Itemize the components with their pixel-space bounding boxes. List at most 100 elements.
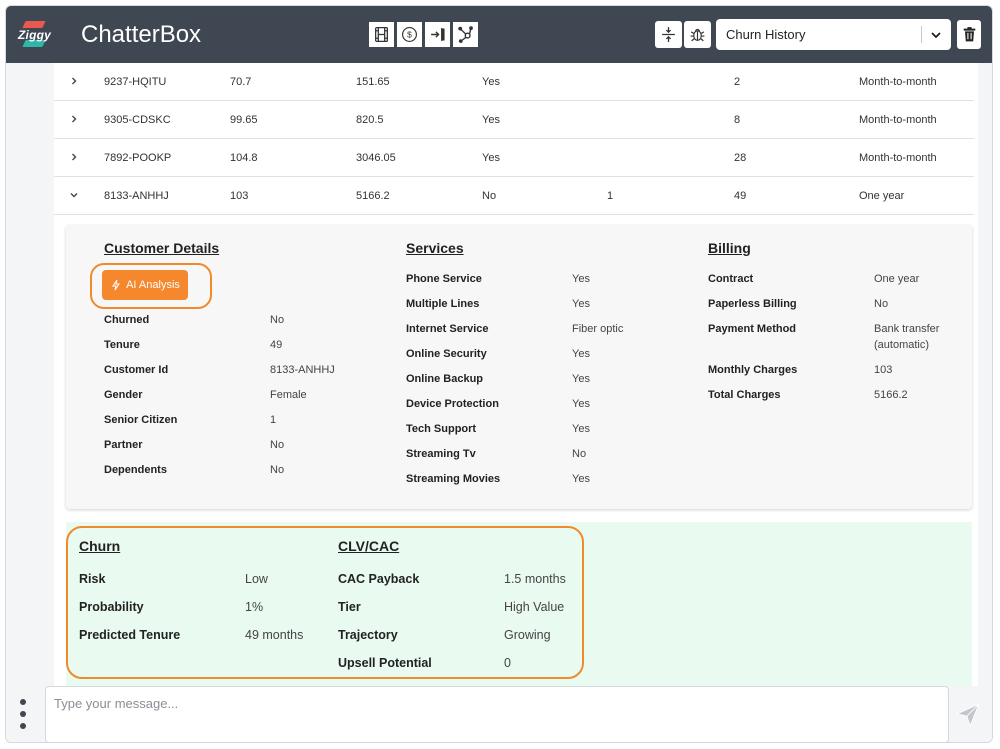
trash-icon: [963, 27, 975, 42]
left-gutter: [6, 63, 54, 686]
sidebar-exit-icon: [431, 28, 445, 41]
field-value: 49: [270, 339, 283, 351]
hub-button[interactable]: [452, 21, 479, 48]
table-row[interactable]: 7892-POOKP 104.8 3046.05 Yes 28 Month-to…: [54, 139, 974, 177]
churn-label: Predicted Tenure: [79, 628, 181, 642]
customer-details-title: Customer Details: [104, 240, 220, 256]
field-label: Payment Method: [708, 323, 797, 335]
cell-tenure: 8: [734, 114, 741, 126]
app-title: ChatterBox: [81, 21, 202, 48]
cell-contract: Month-to-month: [859, 114, 937, 126]
top-bar: Ziggy ChatterBox $ Churn History: [6, 6, 992, 63]
services-title: Services: [406, 240, 464, 256]
cell-total: 151.65: [356, 76, 390, 88]
send-icon[interactable]: [955, 702, 981, 728]
clv-value: Growing: [504, 628, 551, 642]
toolbar-group: $: [368, 21, 479, 48]
field-label: Phone Service: [406, 273, 482, 285]
cell-monthly: 70.7: [230, 76, 252, 88]
field-label: Internet Service: [406, 323, 489, 335]
field-value: Yes: [572, 273, 590, 285]
field-label: Streaming Movies: [406, 473, 501, 485]
customer-details-card: Customer Details AI Analysis Churned No …: [66, 225, 972, 509]
film-button[interactable]: [368, 21, 395, 48]
app-logo: Ziggy: [18, 20, 52, 50]
more-options-icon[interactable]: [19, 699, 27, 729]
field-label: Tenure: [104, 339, 140, 351]
table-row[interactable]: 9305-CDSKC 99.65 820.5 Yes 8 Month-to-mo…: [54, 101, 974, 139]
field-label: Partner: [104, 439, 143, 451]
cell-flag: Yes: [482, 76, 500, 88]
chevron-down-icon[interactable]: [68, 189, 80, 201]
ai-analysis-label: AI Analysis: [126, 279, 180, 291]
debug-button[interactable]: [684, 21, 711, 48]
field-label: Online Backup: [406, 373, 484, 385]
cell-customer-id: 7892-POOKP: [104, 152, 172, 164]
field-label: Total Charges: [708, 389, 781, 401]
message-input[interactable]: [45, 686, 949, 742]
ai-analysis-button[interactable]: AI Analysis: [102, 270, 188, 300]
table-row[interactable]: 9237-HQITU 70.7 151.65 Yes 2 Month-to-mo…: [54, 63, 974, 101]
field-value: Yes: [572, 398, 590, 410]
clv-label: Tier: [338, 600, 361, 614]
field-value: No: [572, 448, 587, 460]
field-label: Tech Support: [406, 423, 477, 435]
cell-flag: Yes: [482, 152, 500, 164]
chevron-right-icon[interactable]: [68, 113, 80, 125]
cell-tenure: 2: [734, 76, 741, 88]
history-select[interactable]: Churn History: [716, 19, 951, 50]
clv-label: CAC Payback: [338, 572, 420, 586]
field-value: Female: [270, 389, 307, 401]
right-gutter: [978, 63, 992, 686]
field-value: 1: [270, 414, 277, 426]
churn-label: Risk: [79, 572, 106, 586]
field-value: Yes: [572, 423, 590, 435]
clv-value: 0: [504, 656, 511, 670]
chevron-right-icon[interactable]: [68, 75, 80, 87]
field-value: No: [270, 464, 285, 476]
clv-title: CLV/CAC: [338, 538, 400, 554]
cell-extra: 1: [607, 190, 614, 202]
field-label: Device Protection: [406, 398, 499, 410]
cell-contract: Month-to-month: [859, 76, 937, 88]
field-value: 103: [874, 364, 893, 376]
chat-content[interactable]: 9237-HQITU 70.7 151.65 Yes 2 Month-to-mo…: [54, 63, 978, 686]
field-value: Yes: [572, 473, 590, 485]
chevron-down-icon: [931, 32, 941, 39]
churn-label: Probability: [79, 600, 144, 614]
delete-button[interactable]: [957, 20, 981, 49]
cell-contract: Month-to-month: [859, 152, 937, 164]
bug-icon: [690, 28, 705, 42]
table-row-expanded[interactable]: 8133-ANHHJ 103 5166.2 No 1 49 One year: [54, 177, 974, 215]
dollar-button[interactable]: $: [396, 21, 423, 48]
churn-value: Low: [245, 572, 268, 586]
field-label: Multiple Lines: [406, 298, 480, 310]
logo-text: Ziggy: [18, 28, 51, 42]
history-select-value: Churn History: [726, 27, 806, 42]
field-label: Contract: [708, 273, 754, 285]
field-value: 5166.2: [874, 389, 908, 401]
sidebar-exit-button[interactable]: [424, 21, 451, 48]
field-label: Streaming Tv: [406, 448, 476, 460]
chevron-right-icon[interactable]: [68, 151, 80, 163]
field-label: Churned: [104, 314, 150, 326]
churn-value: 1%: [245, 600, 264, 614]
cell-total: 5166.2: [356, 190, 390, 202]
cell-total: 3046.05: [356, 152, 396, 164]
hub-icon: [458, 26, 473, 43]
collapse-button[interactable]: [655, 21, 682, 48]
churn-value: 49 months: [245, 628, 304, 642]
film-icon: [375, 26, 388, 43]
cell-monthly: 99.65: [230, 114, 258, 126]
field-label: Customer Id: [104, 364, 169, 376]
clv-label: Trajectory: [338, 628, 398, 642]
field-value: One year: [874, 273, 920, 285]
churn-clv-panel: Churn Risk Low Probability 1% Predicted …: [66, 522, 972, 686]
field-label: Senior Citizen: [104, 414, 178, 426]
field-value: 8133-ANHHJ: [270, 364, 335, 376]
field-value: Yes: [572, 298, 590, 310]
cell-customer-id: 9237-HQITU: [104, 76, 167, 88]
cell-tenure: 49: [734, 190, 747, 202]
dollar-coin-icon: $: [402, 27, 417, 42]
billing-title: Billing: [708, 240, 751, 256]
